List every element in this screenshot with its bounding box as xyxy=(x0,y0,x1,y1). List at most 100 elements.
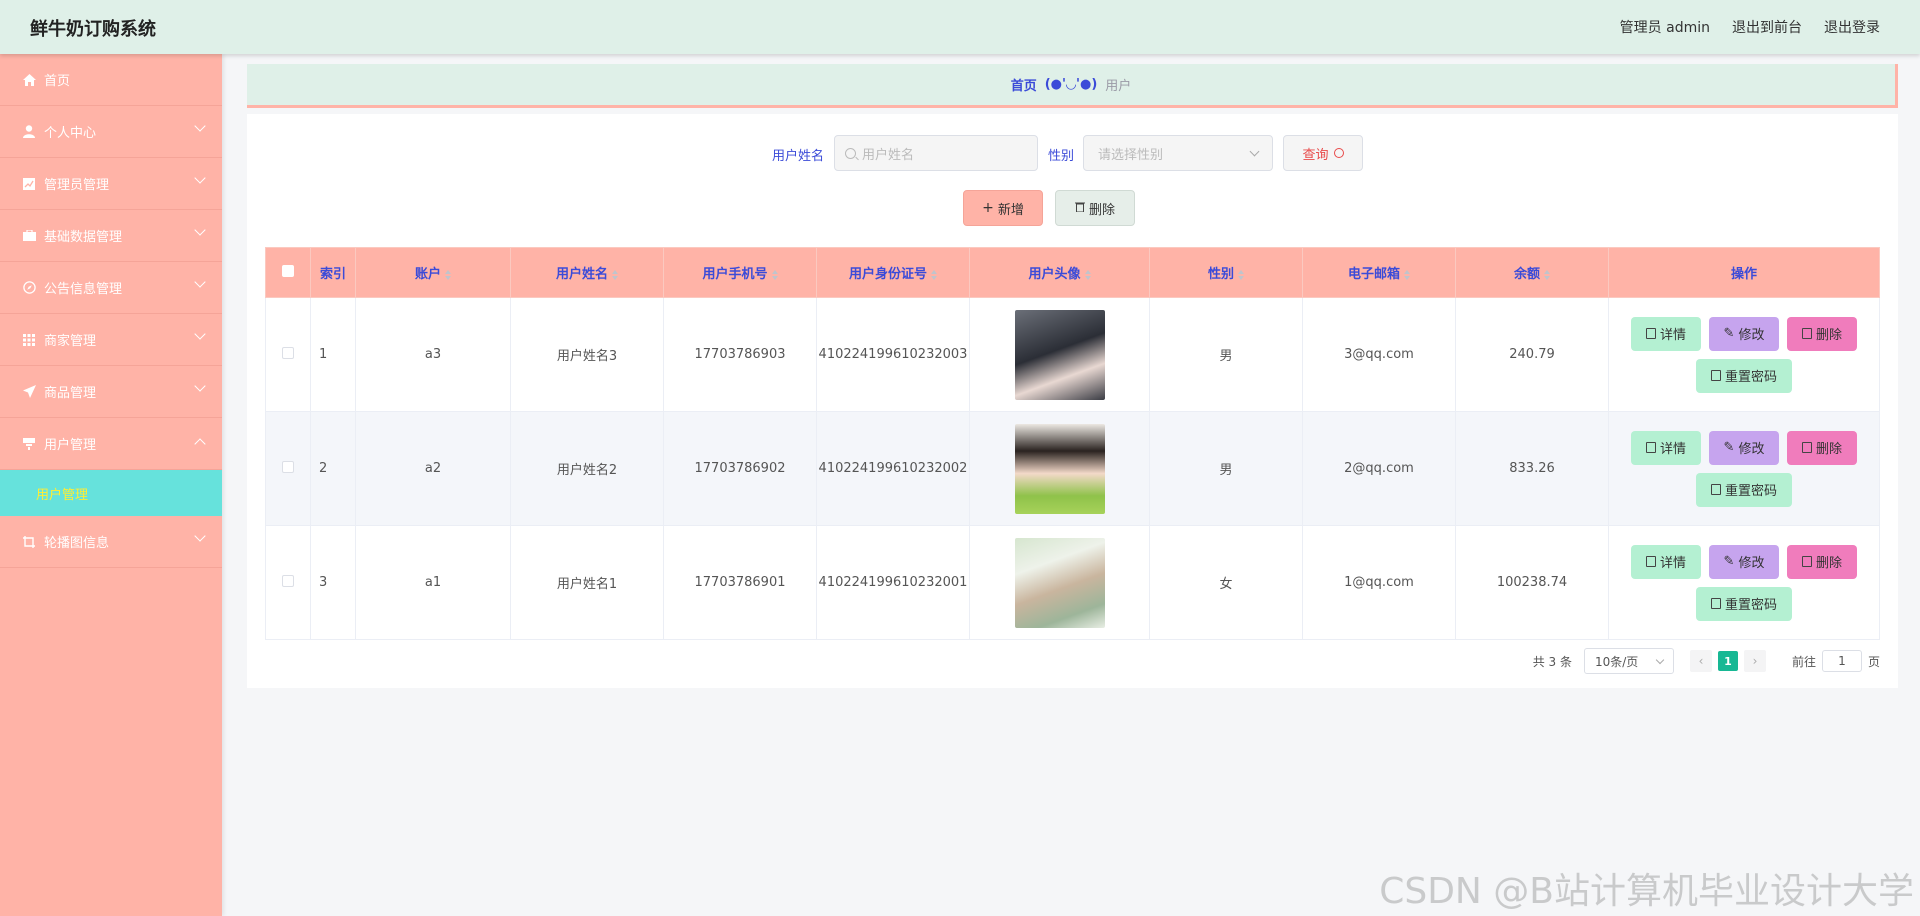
avatar xyxy=(1014,309,1105,400)
page-size-select[interactable]: 10条/页 xyxy=(1583,648,1674,674)
add-button[interactable]: + 新增 xyxy=(963,190,1043,226)
row-balance: 240.79 xyxy=(1455,297,1609,412)
column-header[interactable]: 电子邮箱 xyxy=(1302,247,1456,298)
chevron-down-icon xyxy=(194,120,206,132)
crop-icon xyxy=(22,535,36,549)
sort-icon[interactable] xyxy=(1238,269,1244,280)
row-gender: 男 xyxy=(1149,297,1303,412)
chevron-left-icon: ‹ xyxy=(1698,654,1704,668)
batch-delete-button[interactable]: 删除 xyxy=(1055,190,1135,226)
page-unit-label: 页 xyxy=(1867,654,1880,669)
sidebar-item-label: 首页 xyxy=(44,74,71,89)
row-index: 1 xyxy=(310,297,356,412)
detail-button[interactable]: 详情 xyxy=(1631,430,1701,465)
sort-icon[interactable] xyxy=(1544,269,1550,280)
chevron-down-icon xyxy=(194,224,206,236)
send-icon xyxy=(22,385,36,399)
row-phone: 17703786902 xyxy=(663,411,817,526)
pencil-icon: ✎ xyxy=(1723,554,1735,569)
avatar xyxy=(1014,537,1105,628)
edit-button[interactable]: ✎ 修改 xyxy=(1709,316,1779,351)
table-header-row: 索引 账户 用户姓名 用户手机号 用户身份证号 用户头像 性别 电子邮箱 余额 … xyxy=(265,247,1880,298)
action-bar: + 新增 删除 xyxy=(247,190,1898,226)
document-icon xyxy=(1710,484,1721,495)
admin-user-link[interactable]: 管理员 admin xyxy=(1620,17,1710,37)
column-header[interactable]: 用户头像 xyxy=(969,247,1150,298)
column-header[interactable]: 用户姓名 xyxy=(510,247,664,298)
delete-button[interactable]: 删除 xyxy=(1787,430,1857,465)
query-button[interactable]: 查询 xyxy=(1283,135,1363,171)
sort-icon[interactable] xyxy=(931,269,937,280)
row-gender: 女 xyxy=(1149,525,1303,640)
select-all-checkbox[interactable] xyxy=(282,264,294,277)
sidebar-item-base-data-management[interactable]: 基础数据管理 xyxy=(0,210,222,262)
sort-icon[interactable] xyxy=(612,269,618,280)
sidebar-item-admin-management[interactable]: 管理员管理 xyxy=(0,158,222,210)
sidebar-item-label: 轮播图信息 xyxy=(44,536,110,551)
chevron-up-icon xyxy=(194,438,206,450)
delete-button[interactable]: 删除 xyxy=(1787,544,1857,579)
plus-icon: + xyxy=(982,200,994,216)
reset-password-button[interactable]: 重置密码 xyxy=(1696,358,1792,393)
row-avatar-cell xyxy=(969,411,1150,526)
breadcrumb: 首页 (●'◡'●) 用户 xyxy=(247,64,1898,108)
reset-password-button[interactable]: 重置密码 xyxy=(1696,586,1792,621)
app-title: 鲜牛奶订购系统 xyxy=(30,19,156,40)
main-panel: 用户姓名 用户姓名 性别 请选择性别 查询 + 新增 删除 索引 账户 用户姓名… xyxy=(247,114,1898,688)
name-search-input[interactable]: 用户姓名 xyxy=(834,135,1038,171)
prev-page-button[interactable]: ‹ xyxy=(1689,650,1712,672)
sidebar-item-carousel-info[interactable]: 轮播图信息 xyxy=(0,516,222,568)
user-table: 索引 账户 用户姓名 用户手机号 用户身份证号 用户头像 性别 电子邮箱 余额 … xyxy=(265,247,1880,640)
gender-select[interactable]: 请选择性别 xyxy=(1083,135,1273,171)
breadcrumb-home[interactable]: 首页 xyxy=(1011,75,1037,94)
sidebar-item-personal-center[interactable]: 个人中心 xyxy=(0,106,222,158)
sort-icon[interactable] xyxy=(1084,269,1091,280)
row-checkbox[interactable] xyxy=(282,574,294,587)
chevron-down-icon xyxy=(1249,146,1260,157)
exit-to-frontend-link[interactable]: 退出到前台 xyxy=(1732,17,1802,37)
row-checkbox[interactable] xyxy=(282,460,294,473)
next-page-button[interactable]: › xyxy=(1743,650,1766,672)
row-id-card: 410224199610232001 xyxy=(816,525,970,640)
detail-button[interactable]: 详情 xyxy=(1631,544,1701,579)
row-ops: 详情 ✎ 修改 删除 重置密码 xyxy=(1608,411,1880,526)
reset-password-button[interactable]: 重置密码 xyxy=(1696,472,1792,507)
row-phone: 17703786901 xyxy=(663,525,817,640)
goto-page-input[interactable]: 1 xyxy=(1821,650,1862,672)
document-icon xyxy=(1710,598,1721,609)
briefcase-icon xyxy=(22,229,36,243)
column-header[interactable]: 余额 xyxy=(1455,247,1609,298)
edit-button[interactable]: ✎ 修改 xyxy=(1709,544,1779,579)
sort-icon[interactable] xyxy=(1404,269,1410,280)
edit-button[interactable]: ✎ 修改 xyxy=(1709,430,1779,465)
row-phone: 17703786903 xyxy=(663,297,817,412)
sidebar-item-notice-management[interactable]: 公告信息管理 xyxy=(0,262,222,314)
logout-link[interactable]: 退出登录 xyxy=(1824,17,1880,37)
document-icon xyxy=(1710,370,1721,381)
trash-icon xyxy=(1801,556,1812,567)
delete-button[interactable]: 删除 xyxy=(1787,316,1857,351)
sidebar-item-product-management[interactable]: 商品管理 xyxy=(0,366,222,418)
sidebar-item-home[interactable]: 首页 xyxy=(0,54,222,106)
column-header: 操作 xyxy=(1608,247,1880,298)
search-icon xyxy=(845,147,856,159)
column-header[interactable]: 用户手机号 xyxy=(663,247,817,298)
sidebar-item-label: 商品管理 xyxy=(44,386,97,401)
column-header[interactable]: 性别 xyxy=(1149,247,1303,298)
row-id-card: 410224199610232003 xyxy=(816,297,970,412)
column-header[interactable]: 账户 xyxy=(355,247,511,298)
gender-select-placeholder: 请选择性别 xyxy=(1098,147,1164,163)
row-index: 2 xyxy=(310,411,356,526)
sort-icon[interactable] xyxy=(771,269,778,280)
row-avatar-cell xyxy=(969,525,1150,640)
sidebar-item-merchant-management[interactable]: 商家管理 xyxy=(0,314,222,366)
column-header[interactable]: 用户身份证号 xyxy=(816,247,970,298)
sidebar-item-user-management[interactable]: 用户管理 xyxy=(0,418,222,470)
watermark: CSDN @B站计算机毕业设计大学 xyxy=(1379,871,1914,912)
sidebar-subitem-user-management[interactable]: 用户管理 xyxy=(0,470,222,516)
row-account: a1 xyxy=(355,525,511,640)
page-number-current[interactable]: 1 xyxy=(1717,651,1738,671)
row-checkbox[interactable] xyxy=(282,346,294,359)
sort-icon[interactable] xyxy=(445,269,451,280)
detail-button[interactable]: 详情 xyxy=(1631,316,1701,351)
